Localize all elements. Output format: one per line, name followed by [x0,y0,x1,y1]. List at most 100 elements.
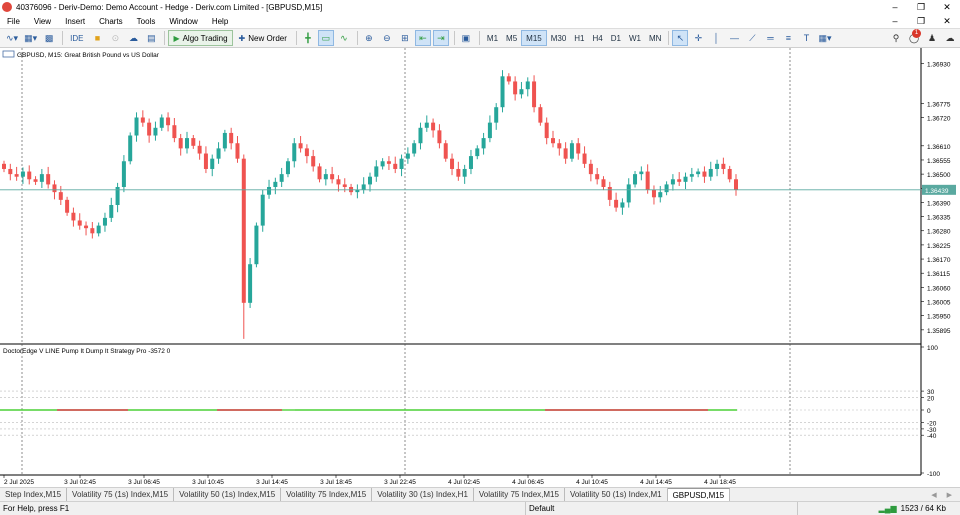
candles-icon[interactable]: ▭ [317,30,334,46]
timeframe-d1[interactable]: D1 [607,30,625,46]
chart-type-icon[interactable]: ∿▾ [4,30,20,46]
timeframe-h4[interactable]: H4 [589,30,607,46]
vertical-line-icon[interactable]: │ [708,30,724,46]
candle-body [689,174,694,177]
candle-body [626,184,631,203]
tab-vol75-b[interactable]: Volatility 75 Index,M15 [474,488,565,501]
candle-body [601,179,606,187]
candle-body [651,189,656,198]
tab-step-index[interactable]: Step Index,M15 [0,488,68,501]
candle-body [235,143,240,159]
vps-icon[interactable]: ▤ [143,30,159,46]
price-tick-label: 1.36170 [927,257,951,264]
market-watch-icon[interactable]: ▩ [41,30,57,46]
timeframe-m30[interactable]: M30 [547,30,571,46]
minimize-icon[interactable]: – [882,0,908,14]
line-chart-icon[interactable]: ∿ [336,30,352,46]
price-tick-label: 1.36280 [927,229,951,236]
candle-body [456,168,461,177]
menu-charts[interactable]: Charts [92,17,130,26]
signal-icon[interactable]: ⊙ [107,30,123,46]
chart-shift-icon[interactable]: ⇥ [432,30,449,46]
shapes-icon[interactable]: ▦▾ [816,30,833,46]
price-tick-label: 1.36500 [927,172,951,179]
child-restore-icon[interactable]: ❐ [908,16,934,27]
menu-tools[interactable]: Tools [130,17,163,26]
price-tick-label: 1.36335 [927,215,951,222]
tab-gbpusd[interactable]: GBPUSD,M15 [667,488,731,501]
chart-window[interactable]: 1.36930 1.36775 1.36720 1.36610 1.36555 1.365… [0,48,960,487]
close-icon[interactable]: ✕ [934,0,960,14]
candle-body [557,143,562,149]
chart-canvas[interactable]: 1.36930 1.36775 1.36720 1.36610 1.36555 1.365… [0,48,960,487]
candle-body [468,156,473,169]
current-price-label: 1.36439 [925,188,949,195]
price-tick-label: 1.36005 [927,300,951,307]
candle-body [317,166,322,180]
candle-body [513,81,518,95]
menu-file[interactable]: File [0,17,27,26]
timeframe-mn[interactable]: MN [645,30,665,46]
account-icon[interactable]: ♟ [924,30,940,46]
candle-body [563,148,568,159]
tile-windows-icon[interactable]: ⊞ [397,30,413,46]
menu-help[interactable]: Help [205,17,235,26]
window-title: 40376096 - Deriv-Demo: Demo Account - He… [16,2,323,12]
cloud-icon[interactable]: ☁ [125,30,141,46]
zoom-out-icon[interactable]: ⊖ [379,30,395,46]
ide-button[interactable]: IDE [66,30,87,46]
community-icon[interactable]: ☁ [942,30,958,46]
restore-icon[interactable]: ❐ [908,0,934,14]
new-order-label: New Order [248,33,287,43]
candle-body [229,132,234,144]
channel-icon[interactable]: ═ [762,30,778,46]
candle-body [658,192,663,198]
play-icon: ▶ [173,33,180,43]
zoom-in-icon[interactable]: ⊕ [361,30,377,46]
autoscroll-icon[interactable]: ⇤ [414,30,431,46]
tab-scroll-right-icon[interactable]: ▶ [947,491,952,499]
new-order-button[interactable]: ✚ New Order [235,30,291,46]
algo-trading-button[interactable]: ▶ Algo Trading [168,30,233,46]
candle-body [595,174,600,180]
text-tool-icon[interactable]: T [798,30,814,46]
bar-chart-icon[interactable]: ╋ [300,30,316,46]
timeframe-h1[interactable]: H1 [570,30,588,46]
menu-insert[interactable]: Insert [58,17,92,26]
fibonacci-icon[interactable]: ≡ [780,30,796,46]
menu-window[interactable]: Window [162,17,204,26]
tab-vol50-1s-m1[interactable]: Volatility 50 (1s) Index,M1 [565,488,668,501]
templates-icon[interactable]: ▦▾ [22,30,39,46]
search-icon[interactable]: ⚲ [888,30,904,46]
wallet-icon[interactable]: ■ [89,30,105,46]
candle-body [260,194,265,226]
candle-body [153,127,158,136]
tab-vol50-1s[interactable]: Volatility 50 (1s) Index,M15 [174,488,282,501]
crosshair-icon[interactable]: ✛ [690,30,706,46]
tab-vol75[interactable]: Volatility 75 Index,M15 [281,488,373,501]
timeframe-m15[interactable]: M15 [521,30,547,46]
algo-trading-label: Algo Trading [182,33,228,43]
timeframe-w1[interactable]: W1 [625,30,645,46]
child-minimize-icon[interactable]: – [882,16,908,27]
timeframe-m1[interactable]: M1 [483,30,502,46]
indicator-tick-label: 0 [927,408,931,415]
candle-body [386,161,391,164]
candle-body [645,171,650,190]
candle-body [399,158,404,169]
tab-vol30-1s[interactable]: Volatility 30 (1s) Index,H1 [372,488,474,501]
cursor-icon[interactable]: ↖ [672,30,689,46]
child-close-icon[interactable]: ✕ [934,16,960,27]
candle-body [222,132,227,149]
tab-vol75-1s[interactable]: Volatility 75 (1s) Index,M15 [67,488,175,501]
candle-body [90,228,95,234]
timeframe-m5[interactable]: M5 [502,30,521,46]
candle-body [374,166,379,177]
trendline-icon[interactable]: ⟋ [744,30,760,46]
horizontal-line-icon[interactable]: — [726,30,742,46]
tab-scroll-left-icon[interactable]: ◀ [931,491,936,499]
price-tick-label: 1.36775 [927,101,951,108]
screenshot-icon[interactable]: ▣ [458,30,474,46]
menu-view[interactable]: View [27,17,58,26]
candle-body [292,143,297,162]
